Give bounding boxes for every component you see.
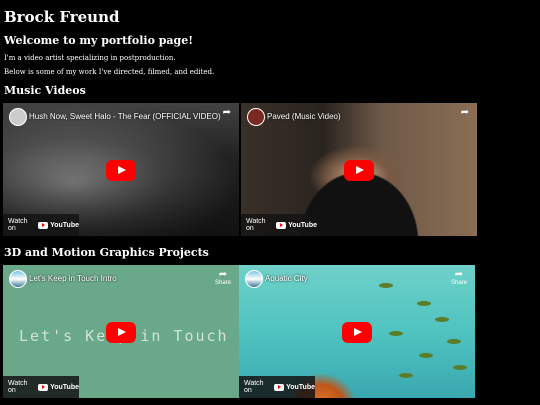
share-arrow-icon: ➦: [218, 269, 228, 280]
play-button-icon[interactable]: [106, 159, 136, 181]
channel-avatar-icon[interactable]: [9, 270, 27, 288]
fish-shape: [389, 331, 403, 336]
share-arrow-icon: ➦: [454, 269, 464, 280]
watch-on-youtube-button[interactable]: Watch on YouTube: [3, 214, 79, 236]
youtube-logo-icon: YouTube: [276, 221, 317, 229]
watch-on-youtube-button[interactable]: Watch on YouTube: [241, 214, 317, 236]
youtube-logo-icon: YouTube: [274, 383, 315, 391]
fish-shape: [417, 301, 431, 306]
channel-avatar-icon[interactable]: [9, 108, 27, 126]
page-title: Brock Freund: [4, 8, 120, 26]
section-heading-3d-motion: 3D and Motion Graphics Projects: [4, 246, 209, 259]
play-button-icon[interactable]: [344, 159, 374, 181]
fish-shape: [419, 353, 433, 358]
watch-on-youtube-button[interactable]: Watch on YouTube: [3, 376, 79, 398]
fish-shape: [447, 339, 461, 344]
fish-shape: [379, 283, 393, 288]
fish-shape: [435, 317, 449, 322]
share-button[interactable]: ➦ Share: [215, 269, 231, 287]
share-arrow-icon[interactable]: ➦: [461, 108, 469, 118]
play-button-icon[interactable]: [106, 321, 136, 343]
watch-on-youtube-button[interactable]: Watch on YouTube: [239, 376, 315, 398]
channel-avatar-icon[interactable]: [247, 108, 265, 126]
portfolio-page: Brock Freund Welcome to my portfolio pag…: [0, 0, 540, 405]
welcome-heading: Welcome to my portfolio page!: [4, 34, 194, 47]
intro-text: I'm a video artist specializing in postp…: [4, 54, 176, 62]
video-title[interactable]: Let's Keep in Touch Intro: [29, 274, 117, 283]
youtube-logo-icon: YouTube: [38, 221, 79, 229]
fish-shape: [399, 373, 413, 378]
video-embed-paved[interactable]: Paved (Music Video) ➦ Watch on YouTube: [241, 103, 477, 236]
video-embed-hush-now[interactable]: Hush Now, Sweet Halo - The Fear (OFFICIA…: [3, 103, 239, 236]
fish-shape: [453, 365, 467, 370]
share-arrow-icon[interactable]: ➦: [223, 108, 231, 118]
video-title[interactable]: Hush Now, Sweet Halo - The Fear (OFFICIA…: [29, 112, 221, 121]
section-heading-music-videos: Music Videos: [4, 84, 86, 97]
play-button-icon[interactable]: [342, 321, 372, 343]
youtube-logo-icon: YouTube: [38, 383, 79, 391]
intro-text-2: Below is some of my work I've directed, …: [4, 68, 215, 76]
video-title[interactable]: Aquatic City: [265, 274, 308, 283]
video-embed-aquatic-city[interactable]: Aquatic City ➦ Share Watch on YouTube: [239, 265, 475, 398]
channel-avatar-icon[interactable]: [245, 270, 263, 288]
share-button[interactable]: ➦ Share: [451, 269, 467, 287]
video-embed-lets-keep-in-touch[interactable]: Let's Keep in Touch Intro ➦Share Let's K…: [3, 265, 239, 398]
video-title[interactable]: Paved (Music Video): [267, 112, 341, 121]
